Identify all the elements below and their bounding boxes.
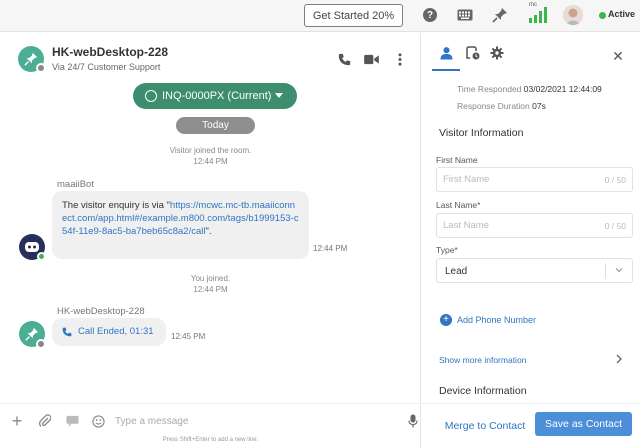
last-name-label: Last Name* xyxy=(436,200,481,210)
more-vertical-icon[interactable] xyxy=(392,51,408,67)
first-name-field: 0 / 50 xyxy=(436,167,633,192)
system-message-time: 12:44 PM xyxy=(193,285,228,294)
type-select[interactable]: Lead xyxy=(436,258,633,283)
first-name-count: 0 / 50 xyxy=(604,175,626,185)
top-bar: Get Started 20% ? mc Active xyxy=(0,0,640,32)
tab-visitor-profile[interactable] xyxy=(438,45,454,61)
message-time: 12:45 PM xyxy=(171,332,206,341)
phone-icon xyxy=(62,327,72,337)
message-composer: + Press Shift+Enter to add a new line. xyxy=(0,403,421,448)
date-divider: Today xyxy=(176,117,255,134)
inquiry-dropdown[interactable]: INQ-0000PX (Current) xyxy=(133,83,297,109)
status-label[interactable]: Active xyxy=(608,9,635,19)
first-name-label: First Name xyxy=(436,155,478,165)
user-avatar[interactable] xyxy=(563,5,583,25)
bot-message-prefix: The visitor enquiry is via " xyxy=(62,200,170,211)
online-badge xyxy=(37,252,46,261)
message-time: 12:44 PM xyxy=(313,244,348,253)
chevron-down-icon xyxy=(615,268,623,273)
phone-icon[interactable] xyxy=(336,51,352,67)
show-more-information-link[interactable]: Show more information xyxy=(439,355,526,365)
chat-pane: HK-webDesktop-228 Via 24/7 Customer Supp… xyxy=(0,33,421,448)
select-divider xyxy=(605,263,606,279)
inquiry-label: INQ-0000PX (Current) xyxy=(162,90,272,102)
globe-icon xyxy=(145,90,157,102)
status-dot xyxy=(599,12,606,19)
gear-icon xyxy=(490,46,504,60)
first-name-input[interactable] xyxy=(443,174,583,185)
conversation-subtitle: Via 24/7 Customer Support xyxy=(52,62,161,72)
response-duration-row: Response Duration 07s xyxy=(457,101,546,111)
time-responded-value: 03/02/2021 12:44:09 xyxy=(523,84,602,94)
time-responded-row: Time Responded 03/02/2021 12:44:09 xyxy=(457,84,602,94)
side-tabs: ✕ xyxy=(422,33,640,73)
emoji-icon[interactable] xyxy=(90,413,106,429)
get-started-button[interactable]: Get Started 20% xyxy=(304,4,403,27)
tab-history[interactable] xyxy=(465,45,481,61)
system-message-text: Visitor joined the room. xyxy=(169,146,252,155)
bot-message-bubble: The visitor enquiry is via "https://mcwc… xyxy=(52,191,309,259)
type-value: Lead xyxy=(445,266,468,277)
last-name-count: 0 / 50 xyxy=(604,221,626,231)
composer-hint: Press Shift+Enter to add a new line. xyxy=(162,437,259,443)
message-input[interactable] xyxy=(115,412,395,430)
device-information-title: Device Information xyxy=(439,385,527,397)
pin-icon xyxy=(24,52,38,66)
active-tab-indicator xyxy=(432,69,460,71)
plus-icon[interactable]: + xyxy=(9,411,25,431)
call-message-bubble: Call Ended, 01:31 xyxy=(52,318,166,346)
help-icon[interactable]: ? xyxy=(421,6,439,24)
pin-icon[interactable] xyxy=(491,6,509,24)
keyboard-icon[interactable] xyxy=(456,6,474,24)
merge-to-contact-button[interactable]: Merge to Contact xyxy=(440,415,530,437)
visitor-information-title: Visitor Information xyxy=(439,127,524,139)
time-responded-label: Time Responded xyxy=(457,84,522,94)
pin-icon xyxy=(25,327,39,341)
signal-icon xyxy=(527,4,547,26)
web-channel-badge xyxy=(36,339,46,349)
last-name-input[interactable] xyxy=(443,220,583,231)
add-phone-number-button[interactable]: + Add Phone Number xyxy=(440,314,536,326)
type-label: Type* xyxy=(436,245,458,255)
close-icon[interactable]: ✕ xyxy=(611,49,625,63)
chevron-right-icon[interactable] xyxy=(615,354,623,364)
web-channel-badge xyxy=(36,63,46,73)
response-duration-value: 07s xyxy=(532,101,546,111)
history-icon xyxy=(466,46,480,60)
conversation-title: HK-webDesktop-228 xyxy=(52,45,169,59)
response-duration-label: Response Duration xyxy=(457,101,530,111)
system-message-time: 12:44 PM xyxy=(193,157,228,166)
microphone-icon[interactable] xyxy=(405,413,421,429)
person-icon xyxy=(439,47,453,60)
canned-response-icon[interactable] xyxy=(64,413,80,429)
save-as-contact-button[interactable]: Save as Contact xyxy=(535,412,632,436)
sender-name: HK-webDesktop-228 xyxy=(57,306,145,317)
system-message-text: You joined. xyxy=(190,274,231,283)
call-ended-text: Call Ended, 01:31 xyxy=(78,326,154,338)
paperclip-icon[interactable] xyxy=(37,413,53,429)
caret-down-icon xyxy=(275,93,283,98)
side-footer: Merge to Contact Save as Contact xyxy=(422,403,640,448)
last-name-field: 0 / 50 xyxy=(436,213,633,238)
visitor-side-panel: ✕ Time Responded 03/02/2021 12:44:09 Res… xyxy=(422,33,640,448)
system-message: You joined. 12:44 PM xyxy=(0,273,421,295)
bot-message-suffix: ". xyxy=(205,226,212,238)
video-icon[interactable] xyxy=(363,51,379,67)
system-message: Visitor joined the room. 12:44 PM xyxy=(0,145,421,167)
sender-name: maaiiBot xyxy=(57,179,94,190)
plus-circle-icon: + xyxy=(440,314,452,326)
add-phone-label: Add Phone Number xyxy=(457,315,537,325)
chat-header: HK-webDesktop-228 Via 24/7 Customer Supp… xyxy=(0,33,421,75)
tab-settings[interactable] xyxy=(489,45,505,61)
